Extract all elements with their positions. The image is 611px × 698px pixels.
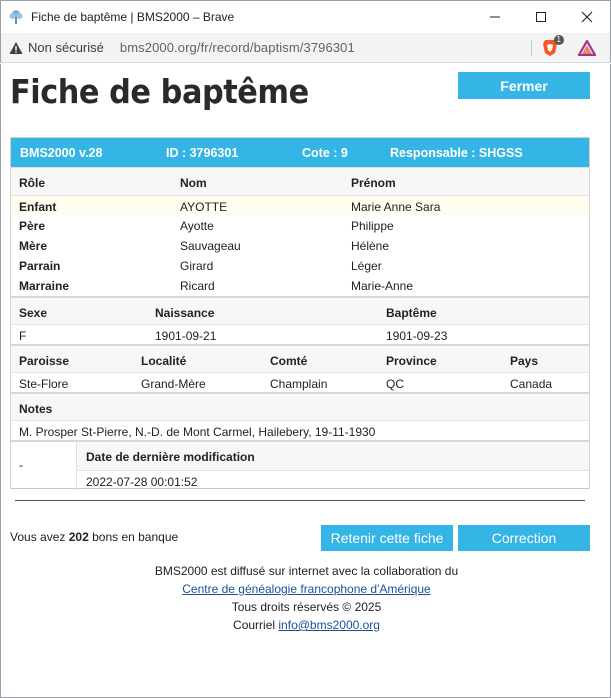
localite-value: Grand-Mère [141,377,206,391]
maximize-button[interactable] [518,1,564,33]
url-text[interactable]: bms2000.org/fr/record/baptism/3796301 [120,40,531,55]
person-row-enfant: Enfant AYOTTE Marie Anne Sara [11,195,589,215]
notes-row: M. Prosper St-Pierre, N.-D. de Mont Carm… [11,420,589,440]
modification-value: 2022-07-28 00:01:52 [86,475,198,489]
col-role: Rôle [19,176,46,190]
warning-icon [9,41,23,54]
credit-link[interactable]: Centre de généalogie francophone d'Améri… [182,582,430,596]
app-tree-icon [7,8,25,26]
person-row-parrain: Parrain Girard Léger [11,255,589,275]
person-row-marraine: Marraine Ricard Marie-Anne [11,275,589,296]
person-nom: Ricard [180,279,215,293]
rights-text: Tous droits réservés © 2025 [231,600,382,614]
person-nom: Girard [180,259,214,273]
col-bapteme: Baptême [386,306,437,320]
modification-section: - Date de dernière modification 2022-07-… [11,440,589,490]
credit-line: BMS2000 est diffusé sur internet avec la… [154,564,459,578]
window-titlebar: Fiche de baptême | BMS2000 – Brave [0,0,611,33]
bank-prefix: Vous avez [10,530,66,544]
naissance-value: 1901-09-21 [155,329,217,343]
modification-value-cell: 2022-07-28 00:01:52 [77,470,589,490]
sexe-value: F [19,329,27,343]
bank-balance: Vous avez 202 bons en banque [10,530,178,544]
col-paroisse: Paroisse [19,354,70,368]
pays-value: Canada [510,377,553,391]
fermer-button[interactable]: Fermer [458,72,590,99]
notes-header: Notes [19,402,53,416]
record-card: BMS2000 v.28 ID : 3796301 Cote : 9 Respo… [10,137,590,490]
modification-left-value: - [19,458,23,472]
correction-button[interactable]: Correction [458,525,590,551]
place-values-row: Ste-Flore Grand-Mère Champlain QC Canada [11,372,589,392]
person-row-pere: Père Ayotte Philippe [11,215,589,235]
person-row-mere: Mère Sauvageau Hélène [11,235,589,255]
person-prenom: Hélène [351,239,390,253]
modification-header-cell: Date de dernière modification [77,442,589,470]
col-nom: Nom [180,176,207,190]
minimize-button[interactable] [472,1,518,33]
place-header-row: Paroisse Localité Comté Province Pays [11,344,589,372]
brave-rewards-icon[interactable] [577,38,597,56]
person-prenom: Philippe [351,219,394,233]
province-value: QC [386,377,404,391]
brave-shields-icon[interactable]: 1 [542,34,564,57]
person-role: Père [19,219,46,233]
record-header: BMS2000 v.28 ID : 3796301 Cote : 9 Respo… [11,138,589,167]
person-role: Marraine [19,279,70,293]
person-prenom: Léger [351,259,382,273]
email-link[interactable]: info@bms2000.org [278,618,380,632]
address-bar[interactable]: Non sécurisé bms2000.org/fr/record/bapti… [0,33,611,63]
col-comte: Comté [270,354,308,368]
col-naissance: Naissance [155,306,215,320]
person-role: Mère [19,239,48,253]
notes-text: M. Prosper St-Pierre, N.-D. de Mont Carm… [19,425,376,439]
paroisse-value: Ste-Flore [19,377,69,391]
col-province: Province [386,354,437,368]
person-prenom: Marie Anne Sara [351,200,441,214]
person-nom: Sauvageau [180,239,241,253]
window-title: Fiche de baptême | BMS2000 – Brave [31,10,235,24]
comte-value: Champlain [270,377,328,391]
record-id: ID : 3796301 [166,146,239,160]
vitals-values-row: F 1901-09-21 1901-09-23 [11,324,589,344]
shields-count-badge: 1 [553,34,564,45]
modification-left-cell: - [11,442,77,490]
credits: BMS2000 est diffusé sur internet avec la… [1,562,611,634]
security-status[interactable]: Non sécurisé [28,40,104,55]
email-line: Courriel info@bms2000.org [1,616,611,634]
person-nom: Ayotte [180,219,214,233]
address-separator [531,39,532,56]
close-window-button[interactable] [564,1,610,33]
footer-divider [15,500,585,501]
vitals-header-row: Sexe Naissance Baptême [11,296,589,324]
page-title: Fiche de baptême [10,72,309,111]
modification-header: Date de dernière modification [86,450,255,464]
col-sexe: Sexe [19,306,48,320]
record-responsable: Responsable : SHGSS [390,146,523,160]
person-nom: AYOTTE [180,200,228,214]
bank-suffix: bons en banque [92,530,179,544]
bank-count: 202 [68,530,89,544]
person-role: Parrain [19,259,61,273]
col-prenom: Prénom [351,176,396,190]
notes-header-row: Notes [11,392,589,420]
persons-header-row: Rôle Nom Prénom [11,167,589,195]
record-version: BMS2000 v.28 [20,146,103,160]
col-localite: Localité [141,354,187,368]
person-prenom: Marie-Anne [351,279,414,293]
col-pays: Pays [510,354,539,368]
page-content: Fiche de baptême Fermer BMS2000 v.28 ID … [0,64,611,698]
email-label: Courriel [233,618,276,632]
bapteme-value: 1901-09-23 [386,329,448,343]
record-cote: Cote : 9 [302,146,348,160]
person-role: Enfant [19,200,57,214]
retenir-fiche-button[interactable]: Retenir cette fiche [321,525,453,551]
